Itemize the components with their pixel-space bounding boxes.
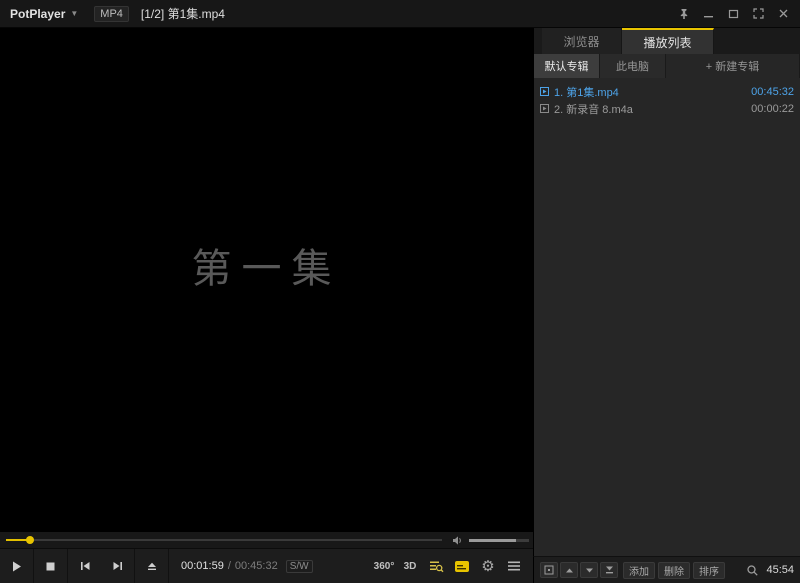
tab-playlist[interactable]: 播放列表 — [622, 28, 714, 54]
playlist-search-icon[interactable] — [423, 549, 449, 583]
volume-slider[interactable] — [469, 539, 529, 542]
video-overlay-text: 第一集 — [192, 236, 342, 294]
move-bottom-button[interactable] — [600, 562, 618, 578]
playlist-item[interactable]: 2. 新录音 8.m4a 00:00:22 — [534, 100, 800, 117]
playlist-item[interactable]: 1. 第1集.mp4 00:45:32 — [534, 83, 800, 100]
play-button[interactable] — [0, 549, 33, 583]
media-file-icon — [540, 104, 549, 113]
move-down-button[interactable] — [580, 562, 598, 578]
control-bar: 00:01:59 / 00:45:32 S/W 360° 3D ⚙ — [0, 548, 533, 583]
current-time: 00:01:59 — [181, 560, 224, 572]
app-menu-button[interactable]: PotPlayer — [10, 7, 65, 21]
search-icon[interactable] — [742, 560, 762, 580]
subtab-default-album[interactable]: 默认专辑 — [534, 54, 600, 78]
divider — [168, 549, 169, 583]
speaker-icon[interactable] — [452, 535, 463, 546]
media-file-icon — [540, 87, 549, 96]
vr-360-button[interactable]: 360° — [371, 549, 397, 583]
open-file-button[interactable] — [135, 549, 168, 583]
locate-current-button[interactable] — [540, 562, 558, 578]
video-area[interactable]: 第一集 — [0, 28, 533, 532]
menu-hamburger-icon[interactable] — [501, 549, 527, 583]
fullscreen-icon[interactable] — [746, 0, 771, 27]
window-title: [1/2] 第1集.mp4 — [141, 5, 225, 22]
settings-gear-icon[interactable]: ⚙ — [475, 549, 501, 583]
playlist-item-duration: 00:00:22 — [751, 103, 794, 115]
next-button[interactable] — [101, 549, 134, 583]
playlist-item-duration: 00:45:32 — [751, 86, 794, 98]
subtitle-icon[interactable] — [449, 549, 475, 583]
move-up-button[interactable] — [560, 562, 578, 578]
control-bar-right: 360° 3D ⚙ — [371, 549, 533, 583]
playlist-total-time: 45:54 — [766, 564, 794, 576]
duration: 00:45:32 — [235, 560, 278, 572]
playlist-item-title: 2. 新录音 8.m4a — [554, 101, 745, 117]
sidebar-panel: 浏览器 播放列表 默认专辑 此电脑 + 新建专辑 1. 第1集.mp4 00:4… — [533, 28, 800, 583]
window-controls — [671, 0, 796, 27]
chevron-down-icon: ▼ — [70, 9, 78, 18]
3d-button[interactable]: 3D — [397, 549, 423, 583]
potplayer-window: PotPlayer ▼ MP4 [1/2] 第1集.mp4 第一集 — [0, 0, 800, 583]
tab-browser[interactable]: 浏览器 — [542, 28, 622, 54]
restore-icon[interactable] — [721, 0, 746, 27]
time-separator: / — [228, 560, 231, 572]
sort-button[interactable]: 排序 — [693, 562, 725, 579]
seek-bar[interactable] — [6, 532, 442, 548]
previous-button[interactable] — [68, 549, 101, 583]
seek-track — [6, 539, 442, 541]
playlist-item-title: 1. 第1集.mp4 — [554, 84, 745, 100]
sidebar-tabs: 浏览器 播放列表 — [534, 28, 800, 54]
stop-button[interactable] — [34, 549, 67, 583]
format-badge: MP4 — [94, 6, 129, 22]
subtab-this-pc[interactable]: 此电脑 — [600, 54, 666, 78]
volume-control — [452, 535, 529, 546]
time-display: 00:01:59 / 00:45:32 S/W — [181, 560, 313, 573]
seek-knob[interactable] — [26, 536, 34, 544]
playlist: 1. 第1集.mp4 00:45:32 2. 新录音 8.m4a 00:00:2… — [534, 78, 800, 556]
delete-button[interactable]: 删除 — [658, 562, 690, 579]
minimize-icon[interactable] — [696, 0, 721, 27]
volume-fill — [469, 539, 516, 542]
subtab-new-album[interactable]: + 新建专辑 — [666, 54, 800, 78]
decoder-mode-badge[interactable]: S/W — [286, 560, 313, 573]
close-icon[interactable] — [771, 0, 796, 27]
pin-icon[interactable] — [671, 0, 696, 27]
playlist-subtabs: 默认专辑 此电脑 + 新建专辑 — [534, 54, 800, 78]
playlist-footer: 添加 删除 排序 45:54 — [533, 556, 800, 583]
titlebar: PotPlayer ▼ MP4 [1/2] 第1集.mp4 — [0, 0, 800, 28]
add-button[interactable]: 添加 — [623, 562, 655, 579]
seek-row — [0, 532, 533, 548]
